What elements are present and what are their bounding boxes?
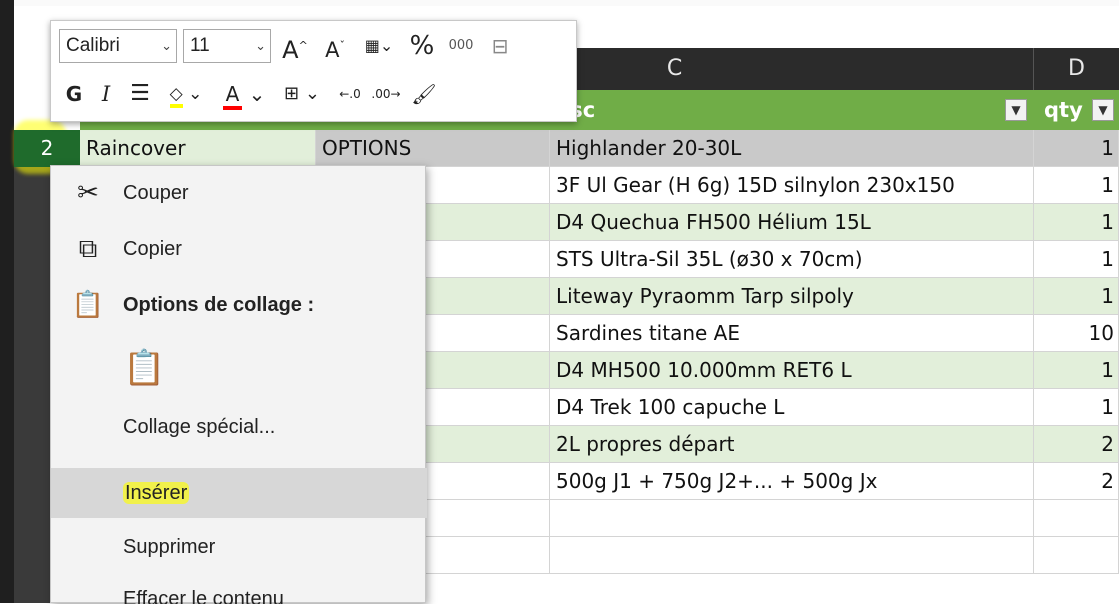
increase-decimal-icon[interactable]: ←.0 — [333, 77, 367, 111]
fill-color-icon[interactable]: ◇ ⌄ — [161, 77, 211, 111]
insert-label: Insérer — [123, 482, 190, 504]
cell-c[interactable]: 3F Ul Gear (H 6g) 15D silnylon 230x150 — [550, 167, 1034, 204]
cell-d[interactable] — [1034, 537, 1119, 574]
cell-d[interactable]: 1 — [1034, 389, 1119, 426]
cell-d[interactable]: 1 — [1034, 204, 1119, 241]
menu-item-delete[interactable]: Supprimer — [51, 522, 427, 572]
menu-item-insert[interactable]: Insérer — [51, 468, 427, 518]
format-painter-icon[interactable]: 🖌 — [407, 77, 441, 111]
font-color-icon[interactable]: A ⌄ — [217, 77, 271, 111]
cell-d[interactable]: 1 — [1034, 241, 1119, 278]
chevron-down-icon: ⌄ — [161, 38, 172, 53]
cell-d[interactable] — [1034, 500, 1119, 537]
clipboard-icon: 📋 — [71, 290, 105, 320]
increase-font-size-icon[interactable]: A^ — [277, 29, 313, 64]
cell-c[interactable]: D4 MH500 10.000mm RET6 L — [550, 352, 1034, 389]
cell-d[interactable]: 1 — [1034, 167, 1119, 204]
filter-dropdown-icon[interactable]: ▼ — [1005, 99, 1027, 121]
cell-c[interactable] — [550, 537, 1034, 574]
copy-icon: ⧉ — [78, 234, 98, 264]
menu-item-clear-contents[interactable]: Effacer le contenu — [51, 574, 427, 604]
font-name-combo[interactable]: Calibri ⌄ — [59, 29, 177, 63]
context-menu: ✂ Couper ⧉ Copier 📋 Options de collage :… — [50, 165, 427, 604]
mini-toolbar: Calibri ⌄ 11 ⌄ A^ Aˇ ▦⌄ % 000 ⊟ G I ☰ ◇ … — [50, 20, 577, 122]
window-top-edge — [0, 0, 1119, 6]
cell-d[interactable]: 1 — [1034, 352, 1119, 389]
menu-item-paste-special[interactable]: Collage spécial... — [51, 402, 427, 452]
menu-item-paste-options-heading: 📋 Options de collage : — [71, 290, 315, 320]
chevron-down-icon: ⌄ — [255, 38, 266, 53]
row-header-2[interactable]: 2 — [14, 130, 80, 167]
cell-d[interactable]: 1 — [1034, 278, 1119, 315]
paste-button[interactable]: 📋 — [51, 334, 427, 398]
cell-c[interactable]: 500g J1 + 750g J2+... + 500g Jx — [550, 463, 1034, 500]
decrease-font-size-icon[interactable]: Aˇ — [317, 29, 353, 63]
cell-b[interactable]: OPTIONS — [316, 130, 550, 167]
cell-c[interactable]: D4 Trek 100 capuche L — [550, 389, 1034, 426]
cell-c[interactable]: STS Ultra-Sil 35L (ø30 x 70cm) — [550, 241, 1034, 278]
column-header-d[interactable]: D — [1034, 48, 1119, 90]
cell-d[interactable]: 2 — [1034, 426, 1119, 463]
align-center-icon[interactable]: ☰ — [123, 77, 157, 111]
scissors-icon: ✂ — [77, 178, 99, 208]
cell-d[interactable]: 10 — [1034, 315, 1119, 352]
cell-c[interactable]: 2L propres départ — [550, 426, 1034, 463]
cell-c[interactable]: Highlander 20-30L — [550, 130, 1034, 167]
percent-style-icon[interactable]: % — [405, 29, 439, 63]
table-row[interactable]: Raincover OPTIONS Highlander 20-30L 1 — [80, 130, 1119, 167]
borders-icon[interactable]: ⊞ ⌄ — [277, 77, 327, 111]
paste-clipboard-icon: 📋 — [123, 348, 166, 388]
cell-c[interactable]: Sardines titane AE — [550, 315, 1034, 352]
italic-button[interactable]: I — [91, 77, 121, 111]
window-left-edge — [0, 0, 14, 603]
cell-c[interactable]: Liteway Pyraomm Tarp silpoly — [550, 278, 1034, 315]
menu-item-cut[interactable]: ✂ Couper — [51, 168, 427, 218]
comma-style-icon[interactable]: 000 — [441, 29, 481, 63]
decrease-decimal-icon[interactable]: .00→ — [369, 77, 403, 111]
menu-item-copy[interactable]: ⧉ Copier — [51, 224, 427, 274]
cell-d[interactable]: 2 — [1034, 463, 1119, 500]
table-header-desc[interactable]: esc ▼ — [550, 90, 1034, 130]
cell-c[interactable] — [550, 500, 1034, 537]
font-size-combo[interactable]: 11 ⌄ — [183, 29, 271, 63]
bold-button[interactable]: G — [59, 77, 89, 111]
table-header-qty[interactable]: qty ▼ — [1034, 90, 1119, 130]
filter-dropdown-icon[interactable]: ▼ — [1092, 99, 1114, 121]
cell-a[interactable]: Raincover — [80, 130, 316, 167]
number-format-icon[interactable]: ▦⌄ — [357, 29, 401, 63]
cell-c[interactable]: D4 Quechua FH500 Hélium 15L — [550, 204, 1034, 241]
merge-center-icon[interactable]: ⊟ — [483, 29, 517, 63]
cell-d[interactable]: 1 — [1034, 130, 1119, 167]
